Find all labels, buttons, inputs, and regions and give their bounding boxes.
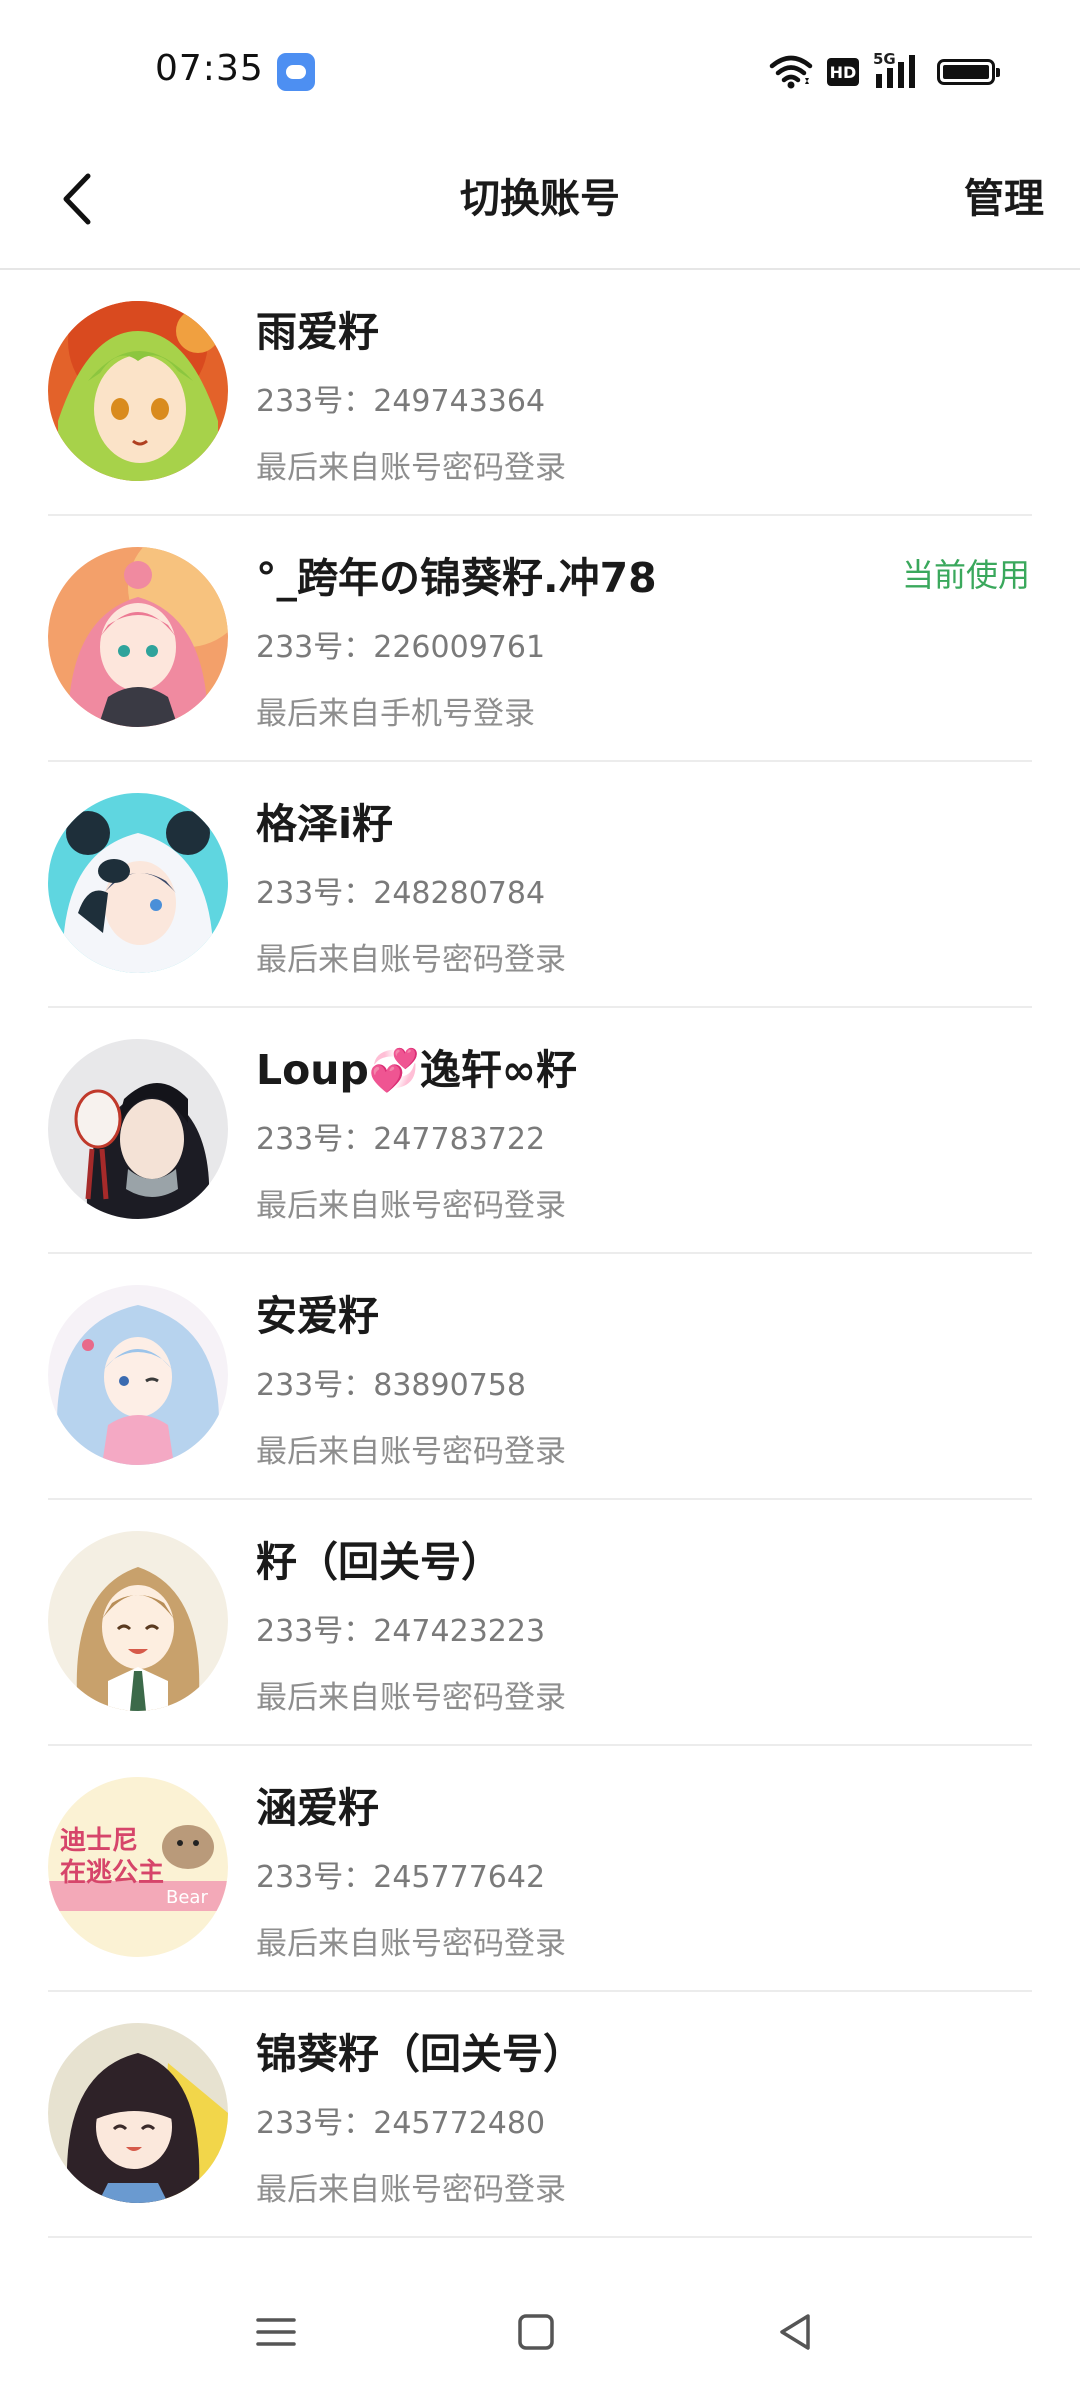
account-id: 233号：226009761: [256, 630, 546, 665]
account-login-method: 最后来自账号密码登录: [256, 1434, 566, 1470]
account-row[interactable]: 安爱籽 233号：83890758 最后来自账号密码登录: [0, 1254, 1080, 1500]
status-time: 07:35: [155, 48, 264, 89]
account-row[interactable]: 籽（回关号） 233号：247423223 最后来自账号密码登录: [0, 1500, 1080, 1746]
account-row[interactable]: 雨爱籽 233号：249743364 最后来自账号密码登录: [0, 270, 1080, 516]
avatar-text: 迪士尼: [60, 1826, 138, 1856]
avatar-tag: Bear: [166, 1887, 208, 1908]
account-name: 安爱籽: [256, 1292, 379, 1340]
menu-icon: [256, 2318, 296, 2346]
avatar: [48, 2023, 228, 2203]
account-id: 233号：245772480: [256, 2106, 546, 2141]
page-title: 切换账号: [460, 176, 620, 222]
account-login-method: 最后来自账号密码登录: [256, 1926, 566, 1962]
account-login-method: 最后来自账号密码登录: [256, 942, 566, 978]
account-list: 雨爱籽 233号：249743364 最后来自账号密码登录 °_跨年の锦葵籽.冲…: [0, 270, 1080, 2238]
home-square-icon: [518, 2314, 554, 2350]
account-name: 雨爱籽: [256, 308, 379, 356]
avatar: [48, 793, 228, 973]
account-id: 233号：83890758: [256, 1368, 526, 1403]
account-login-method: 最后来自账号密码登录: [256, 1188, 566, 1224]
account-name: Loup💞逸轩∞籽: [256, 1046, 578, 1094]
account-login-method: 最后来自账号密码登录: [256, 450, 566, 486]
system-nav-bar: [0, 2270, 1080, 2400]
back-nav-button[interactable]: [766, 2302, 826, 2362]
account-row[interactable]: 锦葵籽（回关号） 233号：245772480 最后来自账号密码登录: [0, 1992, 1080, 2238]
account-row[interactable]: 格泽i籽 233号：248280784 最后来自账号密码登录: [0, 762, 1080, 1008]
account-row[interactable]: °_跨年の锦葵籽.冲78 当前使用 233号：226009761 最后来自手机号…: [0, 516, 1080, 762]
account-id: 233号：247423223: [256, 1614, 546, 1649]
avatar: [48, 1039, 228, 1219]
menu-button[interactable]: [246, 2302, 306, 2362]
account-name: 锦葵籽（回关号）: [256, 2030, 584, 2078]
account-id: 233号：247783722: [256, 1122, 546, 1157]
account-login-method: 最后来自账号密码登录: [256, 1680, 566, 1716]
account-name: °_跨年の锦葵籽.冲78: [256, 554, 657, 602]
account-row[interactable]: Loup💞逸轩∞籽 233号：247783722 最后来自账号密码登录: [0, 1008, 1080, 1254]
account-id: 233号：248280784: [256, 876, 546, 911]
avatar: [48, 1285, 228, 1465]
app-notification-icon: [277, 53, 315, 91]
avatar-text: 在逃公主: [60, 1858, 164, 1888]
account-name: 涵爱籽: [256, 1784, 379, 1832]
account-login-method: 最后来自手机号登录: [256, 696, 535, 732]
current-account-badge: 当前使用: [901, 556, 1030, 594]
account-name: 格泽i籽: [256, 800, 394, 848]
wifi-icon: [769, 55, 813, 89]
manage-button[interactable]: 管理: [964, 166, 1044, 224]
signal-5g-icon: 5G: [873, 50, 923, 92]
status-indicators: HD 5G: [769, 50, 1000, 92]
home-button[interactable]: [506, 2302, 566, 2362]
account-login-method: 最后来自账号密码登录: [256, 2172, 566, 2208]
account-id: 233号：249743364: [256, 384, 546, 419]
account-name: 籽（回关号）: [256, 1538, 502, 1586]
avatar: 迪士尼 在逃公主 Bear: [48, 1777, 228, 1957]
account-id: 233号：245777642: [256, 1860, 546, 1895]
back-triangle-icon: [780, 2314, 810, 2350]
divider: [48, 2236, 1032, 2238]
account-row[interactable]: 迪士尼 在逃公主 Bear 涵爱籽 233号：245777642 最后来自账号密…: [0, 1746, 1080, 1992]
hd-badge: HD: [827, 58, 859, 86]
avatar: [48, 547, 228, 727]
battery-icon: [937, 59, 1000, 85]
avatar: [48, 1531, 228, 1711]
status-bar: 07:35 HD 5G: [0, 0, 1080, 130]
avatar: [48, 301, 228, 481]
header-bar: 切换账号 管理: [0, 130, 1080, 270]
